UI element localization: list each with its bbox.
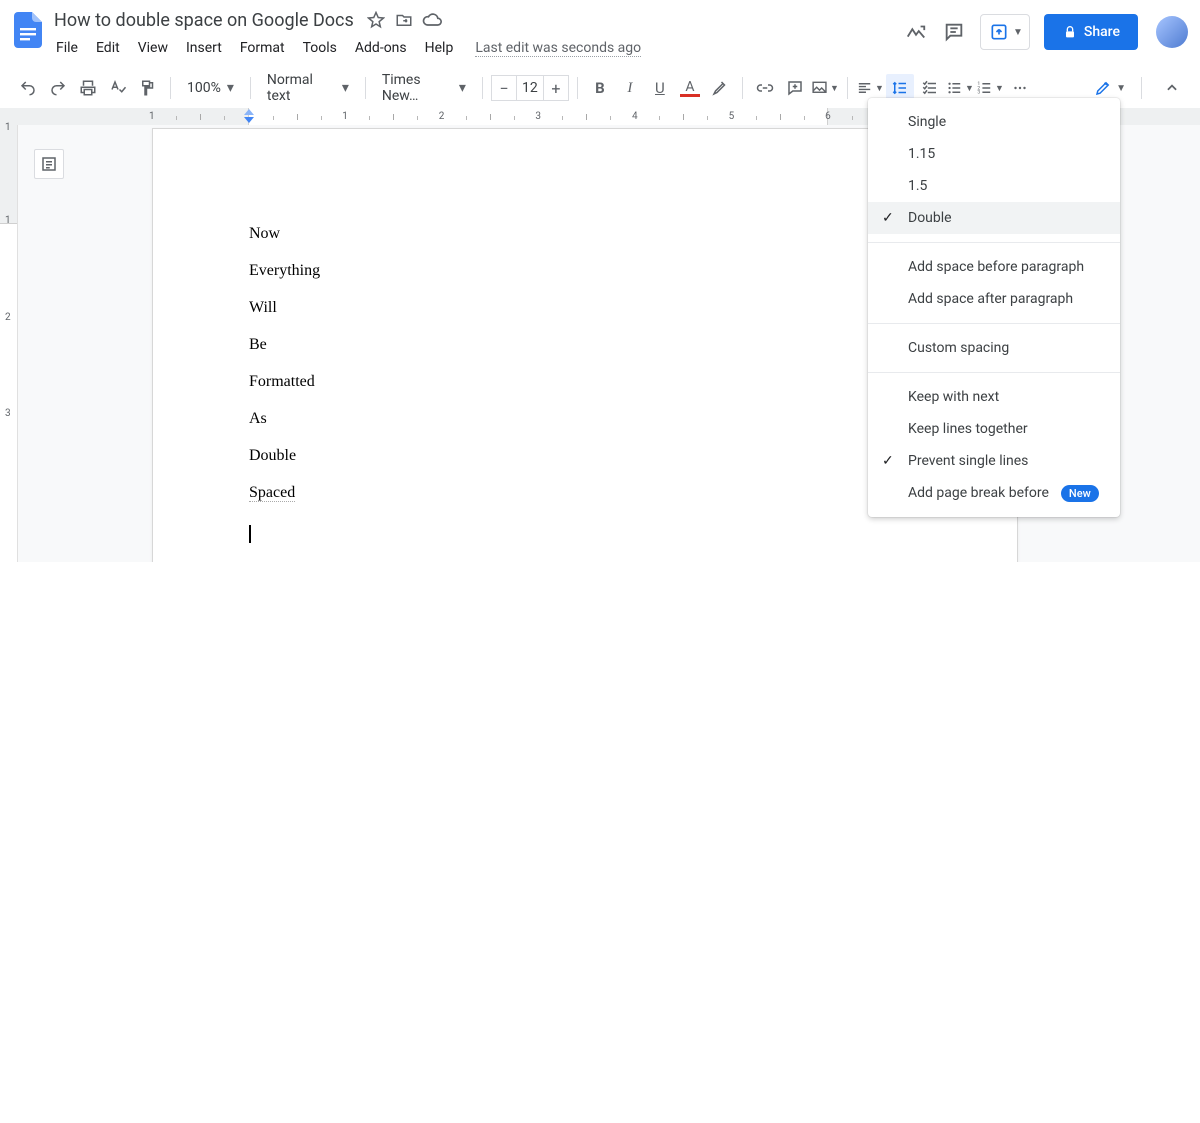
document-title[interactable]: How to double space on Google Docs (48, 8, 360, 33)
text-color-icon[interactable]: A (676, 74, 704, 102)
move-icon[interactable] (392, 8, 416, 32)
docs-logo[interactable] (8, 10, 48, 50)
menu-separator (868, 372, 1120, 373)
menu-file[interactable]: File (48, 36, 86, 60)
menu-help[interactable]: Help (417, 36, 462, 60)
menu-item[interactable]: Keep with next (868, 381, 1120, 413)
bold-icon[interactable]: B (586, 74, 614, 102)
add-comment-icon[interactable] (781, 74, 809, 102)
font-size-control: − 12 + (491, 75, 569, 101)
chevron-down-icon: ▾ (342, 80, 349, 96)
redo-icon[interactable] (44, 74, 72, 102)
menu-item[interactable]: ✓Prevent single lines (868, 445, 1120, 477)
pencil-icon (1094, 79, 1112, 97)
text-line[interactable]: Will (249, 299, 921, 336)
spellcheck-icon[interactable] (104, 74, 132, 102)
menu-item[interactable]: ✓Double (868, 202, 1120, 234)
collapse-toolbar-icon[interactable] (1158, 74, 1186, 102)
undo-icon[interactable] (14, 74, 42, 102)
document-outline-icon[interactable] (34, 149, 64, 179)
paint-format-icon[interactable] (134, 74, 162, 102)
chevron-down-icon: ▼ (1013, 27, 1023, 38)
menu-tools[interactable]: Tools (295, 36, 345, 60)
insert-link-icon[interactable] (751, 74, 779, 102)
text-line[interactable]: Be (249, 336, 921, 373)
account-avatar[interactable] (1156, 16, 1188, 48)
menu-item[interactable]: Add page break beforeNew (868, 477, 1120, 509)
line-spacing-menu: Single1.151.5✓Double Add space before par… (868, 98, 1120, 517)
insert-image-icon[interactable]: ▼ (811, 74, 839, 102)
menu-item[interactable]: Add space before paragraph (868, 251, 1120, 283)
text-line[interactable]: Formatted (249, 373, 921, 410)
activity-icon[interactable] (904, 20, 928, 44)
svg-text:3: 3 (977, 90, 980, 96)
text-line[interactable]: As (249, 410, 921, 447)
left-indent-marker[interactable] (244, 117, 254, 123)
text-line[interactable]: Spaced (249, 484, 921, 521)
chevron-down-icon: ▾ (459, 80, 466, 96)
page-text[interactable]: NowEverythingWillBeFormattedAsDoubleSpac… (249, 225, 921, 543)
print-icon[interactable] (74, 74, 102, 102)
menu-item[interactable]: 1.5 (868, 170, 1120, 202)
share-button[interactable]: Share (1044, 14, 1138, 50)
text-line[interactable]: Everything (249, 262, 921, 299)
comments-icon[interactable] (942, 20, 966, 44)
italic-icon[interactable]: I (616, 74, 644, 102)
menu-format[interactable]: Format (232, 36, 293, 60)
menu-separator (868, 323, 1120, 324)
menu-separator (868, 242, 1120, 243)
vertical-ruler[interactable]: 1123 (0, 125, 18, 562)
chevron-down-icon: ▾ (227, 80, 234, 96)
menu-item[interactable]: Add space after paragraph (868, 283, 1120, 315)
menu-item[interactable]: 1.15 (868, 138, 1120, 170)
text-line[interactable]: Double (249, 447, 921, 484)
paragraph-style-select[interactable]: Normal text▾ (259, 74, 357, 102)
menu-item[interactable]: Keep lines together (868, 413, 1120, 445)
menu-edit[interactable]: Edit (88, 36, 128, 60)
menu-item[interactable]: Custom spacing (868, 332, 1120, 364)
first-line-indent-marker[interactable] (244, 109, 254, 115)
menu-item[interactable]: Single (868, 106, 1120, 138)
menu-insert[interactable]: Insert (178, 36, 230, 60)
star-icon[interactable] (364, 8, 388, 32)
font-size-decrease[interactable]: − (492, 76, 516, 100)
menu-addons[interactable]: Add-ons (347, 36, 415, 60)
text-line[interactable]: Now (249, 225, 921, 262)
underline-icon[interactable]: U (646, 74, 674, 102)
highlight-color-icon[interactable] (706, 74, 734, 102)
menu-view[interactable]: View (130, 36, 176, 60)
present-up-icon (989, 22, 1009, 42)
lock-icon (1062, 24, 1078, 40)
last-edit-link[interactable]: Last edit was seconds ago (475, 40, 641, 57)
font-size-value[interactable]: 12 (516, 76, 544, 100)
cloud-status-icon[interactable] (420, 8, 444, 32)
font-size-increase[interactable]: + (544, 76, 568, 100)
zoom-select[interactable]: 100%▾ (179, 74, 242, 102)
present-button[interactable]: ▼ (980, 14, 1030, 50)
font-family-select[interactable]: Times New…▾ (374, 74, 474, 102)
text-cursor (249, 525, 251, 543)
share-label: Share (1084, 24, 1120, 40)
